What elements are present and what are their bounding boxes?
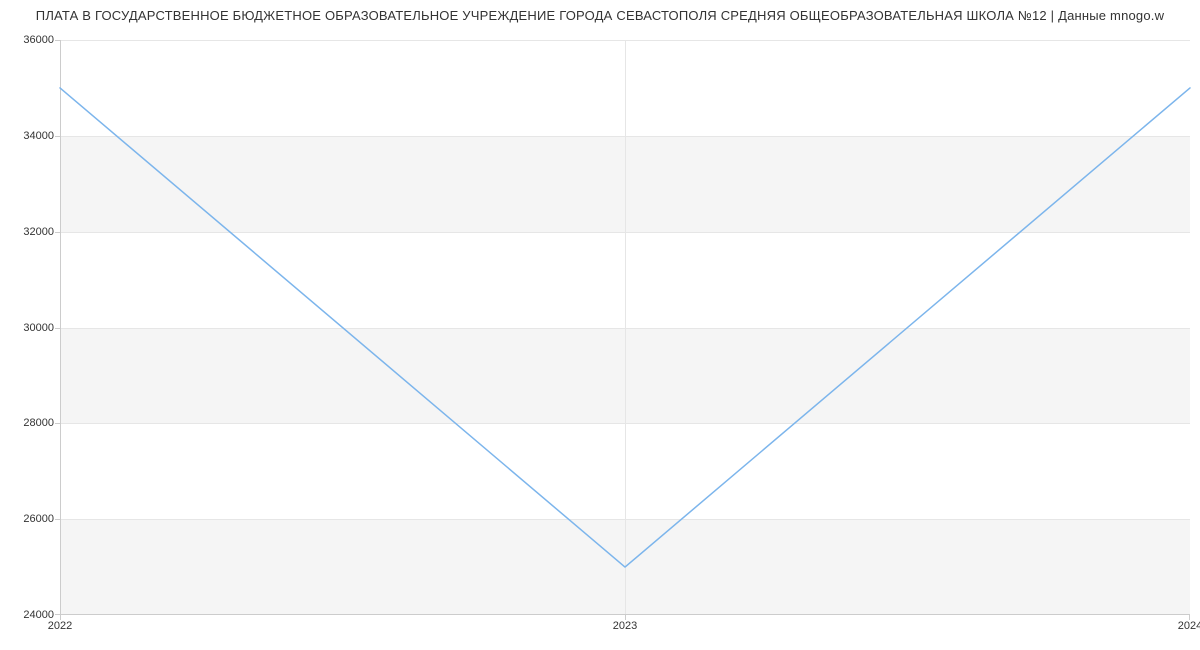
x-tick-label: 2022 xyxy=(48,620,72,632)
tick-mark xyxy=(625,615,626,620)
series-layer xyxy=(60,40,1190,615)
chart-title: ПЛАТА В ГОСУДАРСТВЕННОЕ БЮДЖЕТНОЕ ОБРАЗО… xyxy=(0,8,1200,23)
series-line xyxy=(60,88,1190,567)
chart-container: ПЛАТА В ГОСУДАРСТВЕННОЕ БЮДЖЕТНОЕ ОБРАЗО… xyxy=(0,0,1200,650)
tick-mark xyxy=(60,615,61,620)
tick-mark xyxy=(1189,615,1190,620)
y-tick-label: 36000 xyxy=(23,34,54,46)
y-tick-label: 30000 xyxy=(23,322,54,334)
y-tick-label: 28000 xyxy=(23,417,54,429)
y-tick-label: 34000 xyxy=(23,130,54,142)
x-tick-label: 2023 xyxy=(613,620,637,632)
plot-area xyxy=(60,40,1190,615)
y-tick-label: 32000 xyxy=(23,226,54,238)
x-tick-label: 2024 xyxy=(1178,620,1200,632)
y-tick-label: 26000 xyxy=(23,513,54,525)
